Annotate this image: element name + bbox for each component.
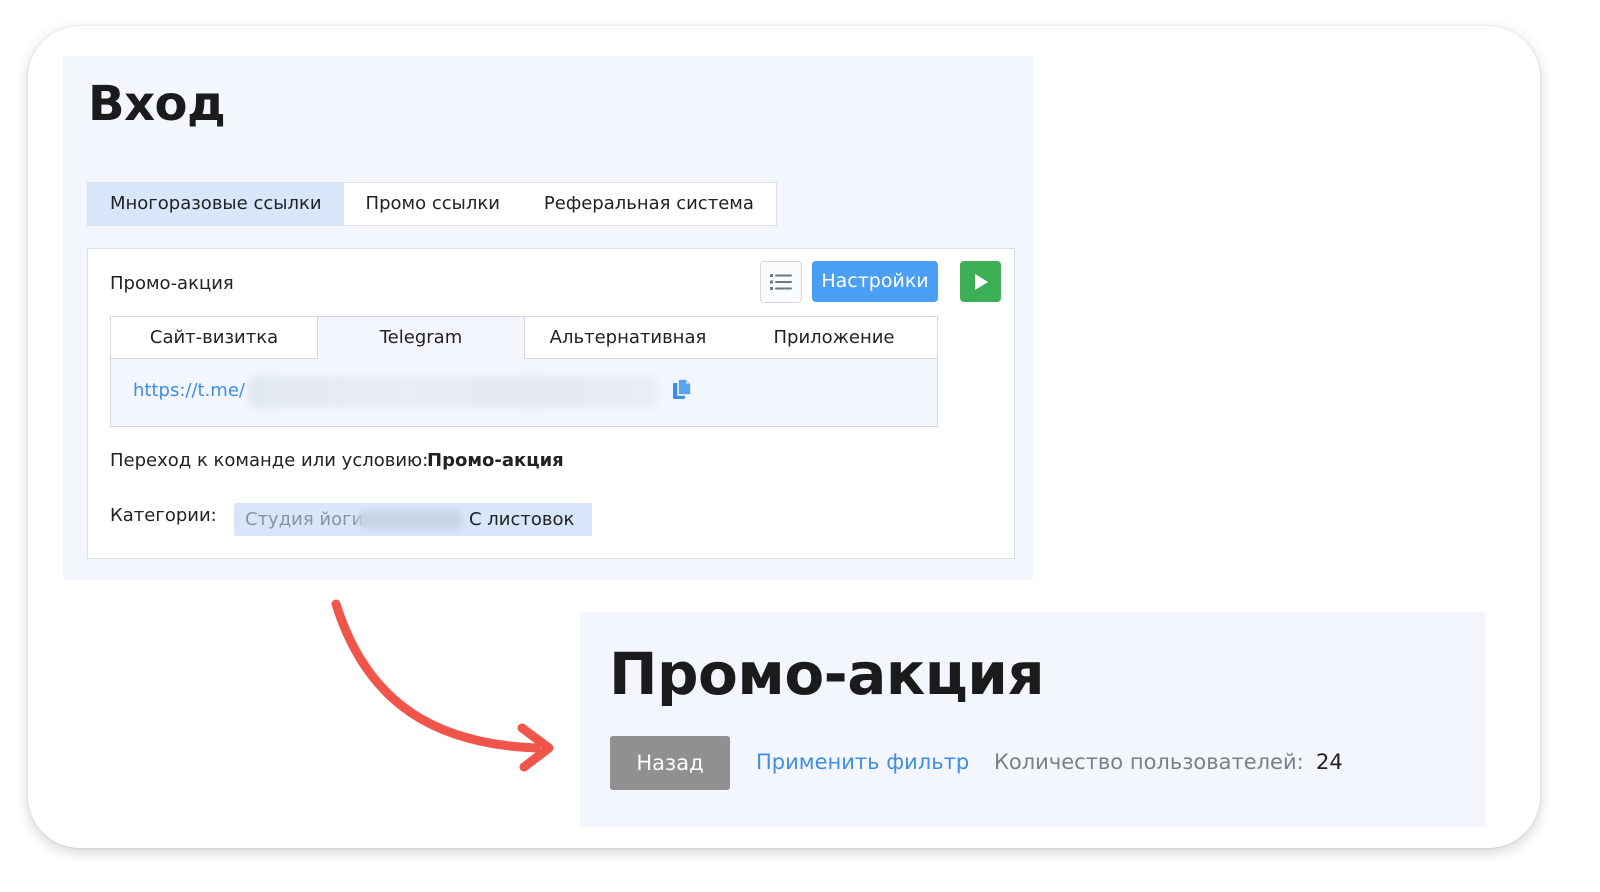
users-count-label: Количество пользователей: bbox=[994, 750, 1304, 774]
users-count-value: 24 bbox=[1316, 750, 1343, 774]
back-button[interactable]: Назад bbox=[610, 736, 730, 790]
promo-panel: Промо-акция Назад Применить фильтр Колич… bbox=[580, 612, 1486, 827]
apply-filter-link[interactable]: Применить фильтр bbox=[756, 750, 969, 774]
promo-title: Промо-акция bbox=[609, 640, 1045, 708]
screenshot-frame: Вход Многоразовые ссылки Промо ссылки Ре… bbox=[28, 26, 1540, 848]
